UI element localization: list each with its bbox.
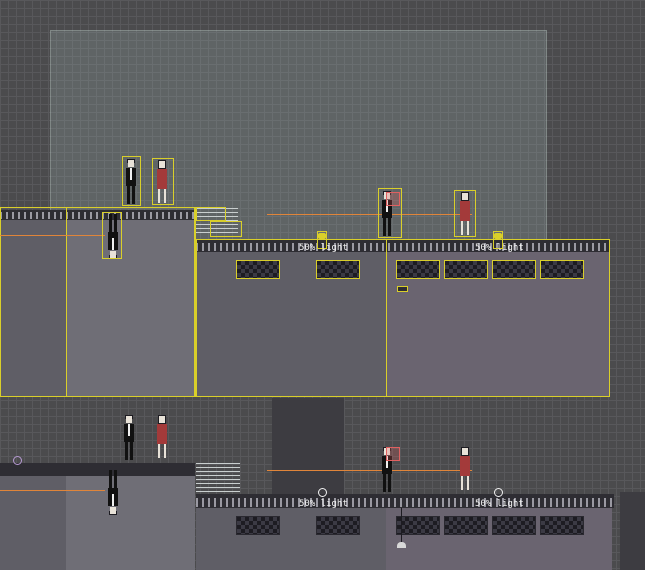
window[interactable] — [236, 260, 280, 279]
ceiling-lamp-icon[interactable] — [397, 286, 408, 292]
roof-left-bottom — [0, 463, 195, 476]
light-ring-icon[interactable] — [13, 456, 22, 465]
light-ring-icon[interactable] — [318, 488, 327, 497]
lamp-cord — [401, 508, 402, 542]
light-label: 50% light — [299, 243, 348, 253]
laser-beam — [267, 214, 472, 215]
stairs-icon[interactable] — [196, 463, 240, 493]
laser-beam — [0, 490, 105, 491]
laser-beam — [267, 470, 472, 471]
ceiling-lamp-icon[interactable] — [397, 542, 406, 548]
woman-red-dress-icon[interactable] — [458, 447, 472, 492]
selection-box[interactable] — [378, 188, 402, 238]
light-label: 50% light — [475, 499, 524, 509]
window[interactable] — [236, 516, 280, 535]
selection-box[interactable] — [152, 158, 174, 205]
railing-right-bottom — [196, 498, 612, 507]
light-label: 50% light — [475, 243, 524, 253]
background-tower — [272, 398, 344, 498]
window[interactable] — [316, 516, 360, 535]
selection-box[interactable] — [122, 156, 141, 206]
level-editor-canvas[interactable]: 50% light 50% light 50% light 50% light — [0, 0, 645, 570]
window[interactable] — [396, 260, 440, 279]
window[interactable] — [492, 516, 536, 535]
window[interactable] — [540, 516, 584, 535]
window[interactable] — [492, 260, 536, 279]
woman-red-dress-icon[interactable] — [155, 415, 169, 460]
selection-box[interactable] — [196, 207, 226, 221]
window[interactable] — [444, 260, 488, 279]
light-label: 50% light — [299, 499, 348, 509]
window[interactable] — [396, 516, 440, 535]
hanging-man-icon[interactable] — [106, 470, 120, 515]
laser-beam — [0, 235, 105, 236]
selection-box[interactable] — [102, 212, 122, 259]
target-reticle-icon[interactable] — [386, 447, 400, 461]
light-ring-icon[interactable] — [494, 488, 503, 497]
window[interactable] — [444, 516, 488, 535]
guard-man-icon[interactable] — [122, 415, 136, 460]
selection-box[interactable] — [454, 190, 476, 237]
selection-box[interactable] — [210, 221, 242, 237]
background-tower — [620, 492, 645, 570]
window[interactable] — [316, 260, 360, 279]
window[interactable] — [540, 260, 584, 279]
